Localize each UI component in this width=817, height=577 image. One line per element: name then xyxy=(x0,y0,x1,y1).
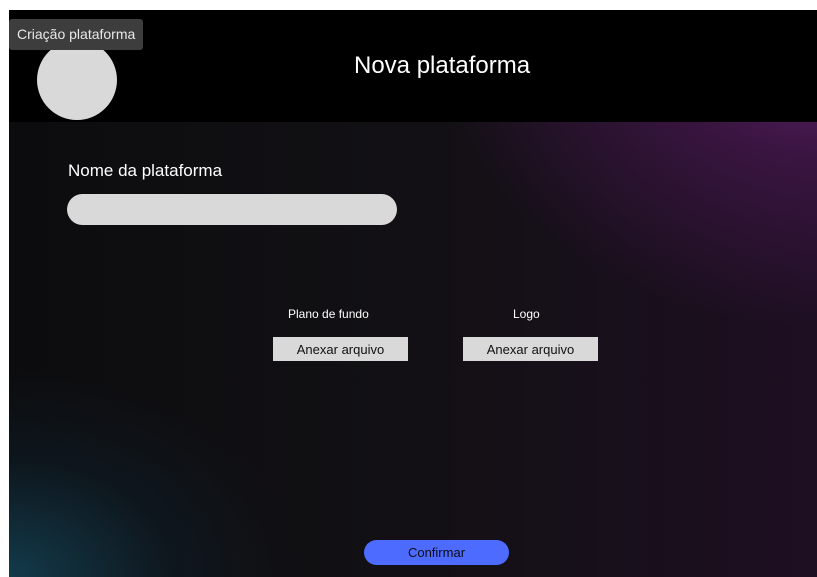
attach-logo-button[interactable]: Anexar arquivo xyxy=(463,337,598,361)
avatar[interactable] xyxy=(37,40,117,120)
page-title: Nova plataforma xyxy=(354,52,531,79)
platform-name-label: Nome da plataforma xyxy=(68,161,223,180)
platform-name-input[interactable] xyxy=(67,194,397,225)
logo-label: Logo xyxy=(513,307,540,321)
background-label: Plano de fundo xyxy=(288,307,369,321)
app-frame: Nova plataforma Nome da plataforma Plano… xyxy=(9,10,817,577)
attach-background-button[interactable]: Anexar arquivo xyxy=(273,337,408,361)
frame-label: Criação plataforma xyxy=(9,19,144,50)
confirm-button[interactable]: Confirmar xyxy=(364,540,509,565)
